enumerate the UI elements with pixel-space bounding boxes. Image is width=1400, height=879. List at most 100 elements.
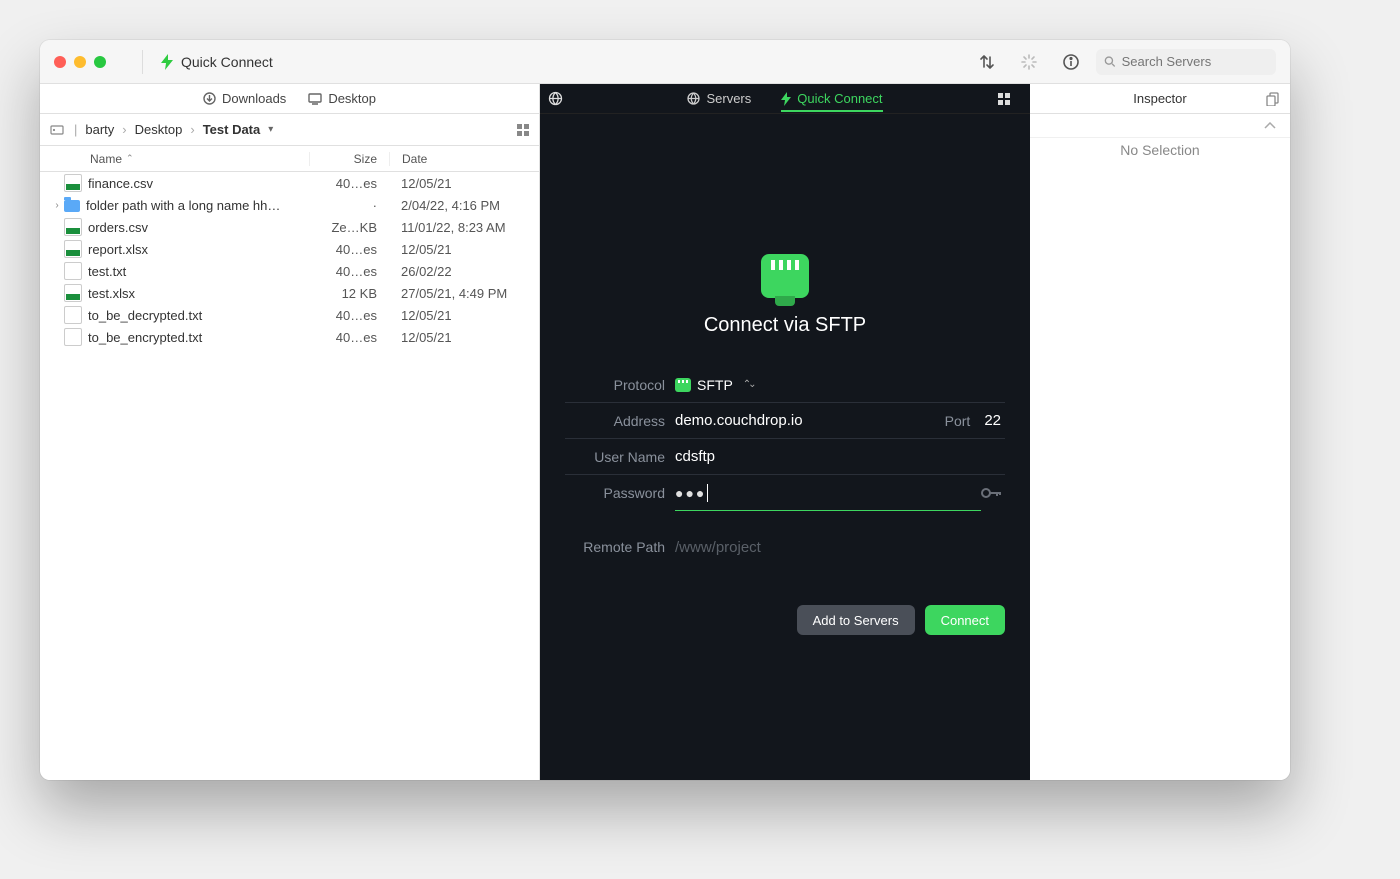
connect-button[interactable]: Connect [925, 605, 1005, 635]
password-row: Password ●●● [565, 475, 1005, 511]
window-title: Quick Connect [181, 54, 273, 70]
protocol-label: Protocol [565, 377, 675, 393]
username-row: User Name [565, 439, 1005, 475]
desktop-tab[interactable]: Desktop [308, 91, 376, 106]
username-input[interactable] [675, 448, 1005, 465]
inspector-title: Inspector [1133, 91, 1186, 106]
window-close-button[interactable] [54, 56, 66, 68]
disk-icon[interactable] [50, 123, 66, 137]
file-row[interactable]: report.xlsx40…es12/05/21 [40, 238, 539, 260]
breadcrumb-leaf[interactable]: Test Data [203, 122, 261, 137]
search-servers-box[interactable] [1096, 49, 1276, 75]
port-value[interactable]: 22 [984, 412, 1005, 429]
file-size: 40…es [309, 330, 389, 345]
tab-label: Downloads [222, 91, 286, 106]
tab-quick-connect[interactable]: Quick Connect [781, 91, 882, 112]
folder-icon [64, 200, 80, 212]
file-date: 12/05/21 [389, 176, 539, 191]
transfer-icon[interactable] [974, 49, 1000, 75]
breadcrumb-mid[interactable]: Desktop [135, 122, 183, 137]
address-input[interactable] [675, 412, 927, 429]
expand-caret[interactable]: › [50, 200, 64, 211]
file-name: report.xlsx [88, 242, 309, 257]
info-icon[interactable] [1058, 49, 1084, 75]
inspector-header: Inspector [1030, 84, 1290, 114]
chevron-down-icon[interactable]: ▾ [268, 124, 273, 135]
window-zoom-button[interactable] [94, 56, 106, 68]
inspector-panel: Inspector No Selection [1030, 84, 1290, 780]
quick-connect-form: Connect via SFTP Protocol SFTP ⌃⌄ Addres… [540, 114, 1030, 780]
address-row: Address Port 22 [565, 403, 1005, 439]
bolt-icon [161, 54, 173, 70]
password-input[interactable]: ●●● [675, 484, 708, 502]
add-to-servers-button[interactable]: Add to Servers [797, 605, 915, 635]
file-size: Ze…KB [309, 220, 389, 235]
remote-tabs: Servers Quick Connect [540, 84, 1030, 114]
globe-icon [687, 92, 700, 105]
file-date: 27/05/21, 4:49 PM [389, 286, 539, 301]
file-size: · [309, 198, 389, 213]
tab-label: Servers [706, 91, 751, 106]
download-icon [203, 92, 216, 105]
traffic-lights [54, 56, 106, 68]
file-name: folder path with a long name hh… [86, 198, 309, 213]
sort-asc-icon: ⌃ [126, 153, 134, 164]
file-list: finance.csv40…es12/05/21 › folder path wit… [40, 172, 539, 780]
file-name: orders.csv [88, 220, 309, 235]
file-date: 12/05/21 [389, 242, 539, 257]
file-name: to_be_encrypted.txt [88, 330, 309, 345]
breadcrumb-root[interactable]: barty [85, 122, 114, 137]
file-size: 40…es [309, 264, 389, 279]
file-size: 12 KB [309, 286, 389, 301]
sftp-mini-icon [675, 378, 691, 392]
remote-path-input[interactable] [675, 539, 1005, 556]
local-shortcut-tabs: Downloads Desktop [40, 84, 539, 114]
file-name: test.txt [88, 264, 309, 279]
copy-icon[interactable] [1266, 92, 1280, 106]
app-window: Quick Connect [40, 40, 1290, 780]
remote-path-label: Remote Path [565, 539, 675, 555]
key-icon[interactable] [981, 487, 1005, 499]
column-name[interactable]: Name ⌃ [90, 152, 309, 166]
column-size[interactable]: Size [309, 152, 389, 166]
globe-icon[interactable] [548, 91, 572, 106]
xls-icon [64, 284, 82, 302]
file-date: 2/04/22, 4:16 PM [389, 198, 539, 213]
file-row[interactable]: to_be_encrypted.txt40…es12/05/21 [40, 326, 539, 348]
grid-view-icon[interactable] [517, 124, 529, 136]
file-row[interactable]: to_be_decrypted.txt40…es12/05/21 [40, 304, 539, 326]
window-minimize-button[interactable] [74, 56, 86, 68]
file-date: 12/05/21 [389, 308, 539, 323]
columns-header: Name ⌃ Size Date [40, 146, 539, 172]
protocol-selector[interactable]: SFTP ⌃⌄ [675, 377, 1005, 393]
password-label: Password [565, 485, 675, 501]
activity-icon[interactable] [1016, 49, 1042, 75]
search-servers-input[interactable] [1122, 54, 1268, 69]
downloads-tab[interactable]: Downloads [203, 91, 286, 106]
file-size: 40…es [309, 308, 389, 323]
bolt-icon [781, 92, 791, 106]
file-row[interactable]: orders.csvZe…KB11/01/22, 8:23 AM [40, 216, 539, 238]
file-name: to_be_decrypted.txt [88, 308, 309, 323]
file-row[interactable]: › folder path with a long name hh…·2/04/2… [40, 194, 539, 216]
file-row[interactable]: test.xlsx12 KB27/05/21, 4:49 PM [40, 282, 539, 304]
file-row[interactable]: test.txt40…es26/02/22 [40, 260, 539, 282]
no-selection-label: No Selection [1030, 142, 1290, 158]
txt-icon [64, 328, 82, 346]
tab-label: Desktop [328, 91, 376, 106]
sftp-protocol-icon [761, 254, 809, 298]
protocol-value: SFTP [697, 377, 733, 393]
layout-grid-icon[interactable] [998, 93, 1022, 105]
xls-icon [64, 240, 82, 258]
search-icon [1104, 55, 1116, 68]
file-date: 12/05/21 [389, 330, 539, 345]
remote-path-row: Remote Path [565, 529, 1005, 565]
tab-servers[interactable]: Servers [687, 91, 751, 106]
inspector-collapse-button[interactable] [1030, 114, 1290, 138]
file-row[interactable]: finance.csv40…es12/05/21 [40, 172, 539, 194]
protocol-row: Protocol SFTP ⌃⌄ [565, 367, 1005, 403]
file-name: test.xlsx [88, 286, 309, 301]
column-date[interactable]: Date [389, 152, 539, 166]
titlebar-separator [142, 50, 143, 74]
xls-icon [64, 174, 82, 192]
